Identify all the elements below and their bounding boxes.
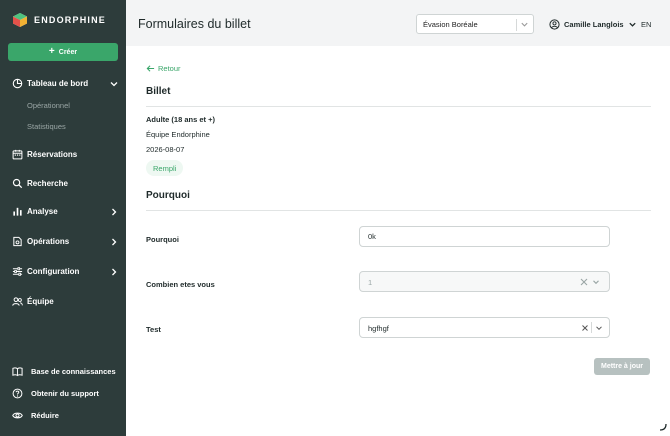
sidebar-item-label: Tableau de bord: [27, 79, 89, 88]
calendar-icon: [12, 149, 23, 160]
endorphine-logo-icon: [13, 13, 27, 27]
language-switch[interactable]: EN: [641, 20, 651, 29]
sidebar-collapse-button[interactable]: Réduire: [0, 408, 126, 424]
status-badge: Rempli: [146, 160, 184, 176]
field-label-combien: Combien etes vous: [146, 280, 215, 289]
top-header: Formulaires du billet Évasion Boréale Ca…: [126, 0, 670, 46]
arrow-left-icon: [146, 65, 155, 72]
bar-chart-icon: [13, 207, 22, 216]
sidebar-item-analysis[interactable]: Analyse: [0, 204, 126, 220]
page-title: Formulaires du billet: [138, 17, 251, 31]
eye-icon: [12, 412, 23, 419]
sidebar-item-team[interactable]: Équipe: [0, 294, 126, 310]
sidebar-item-label: Opérations: [27, 237, 70, 246]
test-select[interactable]: hgfhgf: [359, 317, 610, 338]
sidebar-item-label: Réservations: [27, 150, 78, 159]
sliders-icon: [12, 267, 23, 276]
sidebar-subitem-operational[interactable]: Opérationnel: [27, 101, 70, 110]
sidebar-item-dashboard[interactable]: Tableau de bord: [0, 76, 126, 92]
sidebar: ENDORPHINE + Créer Tableau de bord Opéra…: [0, 0, 126, 436]
chevron-down-icon: [628, 22, 636, 27]
back-link-label: Retour: [158, 64, 181, 73]
chevron-down-icon[interactable]: [595, 324, 603, 332]
sidebar-item-search[interactable]: Recherche: [0, 176, 126, 192]
organization-select-value: Évasion Boréale: [423, 20, 478, 29]
user-menu[interactable]: Camille Langlois: [549, 17, 637, 31]
operations-icon: [13, 236, 22, 247]
pourquoi-input[interactable]: [368, 232, 568, 241]
select-separator: [591, 322, 592, 333]
brand-logo[interactable]: ENDORPHINE: [12, 12, 106, 28]
sidebar-item-label: Recherche: [27, 179, 68, 188]
sidebar-item-configuration[interactable]: Configuration: [0, 264, 126, 280]
chevron-down-icon: [110, 82, 118, 87]
back-link[interactable]: Retour: [146, 64, 181, 73]
field-label-pourquoi: Pourquoi: [146, 235, 179, 244]
clear-icon[interactable]: [580, 278, 588, 286]
resize-handle-icon: [659, 423, 667, 431]
ticket-forms-card: Retour Billet Adulte (18 ans et +) Équip…: [126, 46, 670, 436]
chevron-down-icon: [521, 22, 528, 27]
ticket-date: 2026-08-07: [146, 145, 185, 154]
brand-name: ENDORPHINE: [34, 15, 107, 25]
sidebar-item-knowledge-base[interactable]: Base de connaissances: [0, 364, 126, 380]
search-icon: [12, 178, 23, 189]
users-icon: [12, 297, 23, 306]
form-section-title: Pourquoi: [146, 190, 190, 201]
sidebar-item-label: Base de connaissances: [31, 367, 116, 376]
sidebar-item-label: Analyse: [27, 207, 58, 216]
test-select-value: hgfhgf: [368, 324, 389, 333]
sidebar-item-label: Équipe: [27, 297, 54, 306]
combien-select[interactable]: 1: [359, 271, 610, 292]
sidebar-item-support[interactable]: Obtenir du support: [0, 386, 126, 402]
plus-icon: +: [48, 46, 55, 57]
sidebar-item-label: Obtenir du support: [31, 389, 99, 398]
create-button-label: Créer: [58, 48, 78, 56]
ticket-type: Adulte (18 ans et +): [146, 115, 215, 124]
sidebar-item-label: Réduire: [31, 411, 59, 420]
select-separator: [516, 19, 517, 31]
field-label-test: Test: [146, 325, 161, 334]
update-button[interactable]: Mettre à jour: [594, 358, 650, 375]
pourquoi-input-wrapper: [359, 226, 610, 247]
section-divider: [146, 106, 651, 107]
book-icon: [12, 367, 23, 377]
clear-icon[interactable]: [581, 324, 589, 332]
sidebar-item-reservations[interactable]: Réservations: [0, 147, 126, 163]
sidebar-subitem-statistics[interactable]: Statistiques: [27, 122, 66, 131]
chevron-down-icon[interactable]: [592, 278, 600, 286]
organization-select[interactable]: Évasion Boréale: [416, 14, 534, 34]
user-name: Camille Langlois: [564, 19, 624, 29]
combien-select-value: 1: [368, 278, 373, 287]
pie-chart-icon: [12, 78, 23, 89]
create-button[interactable]: + Créer: [8, 43, 118, 61]
chevron-right-icon: [112, 238, 117, 246]
chevron-right-icon: [112, 268, 117, 276]
chevron-right-icon: [112, 208, 117, 216]
user-circle-icon: [549, 18, 560, 30]
ticket-section-title: Billet: [146, 86, 171, 97]
sidebar-item-operations[interactable]: Opérations: [0, 234, 126, 250]
section-divider: [146, 210, 651, 211]
help-icon: [12, 388, 23, 399]
ticket-team: Équipe Endorphine: [146, 130, 210, 139]
sidebar-item-label: Configuration: [27, 267, 80, 276]
